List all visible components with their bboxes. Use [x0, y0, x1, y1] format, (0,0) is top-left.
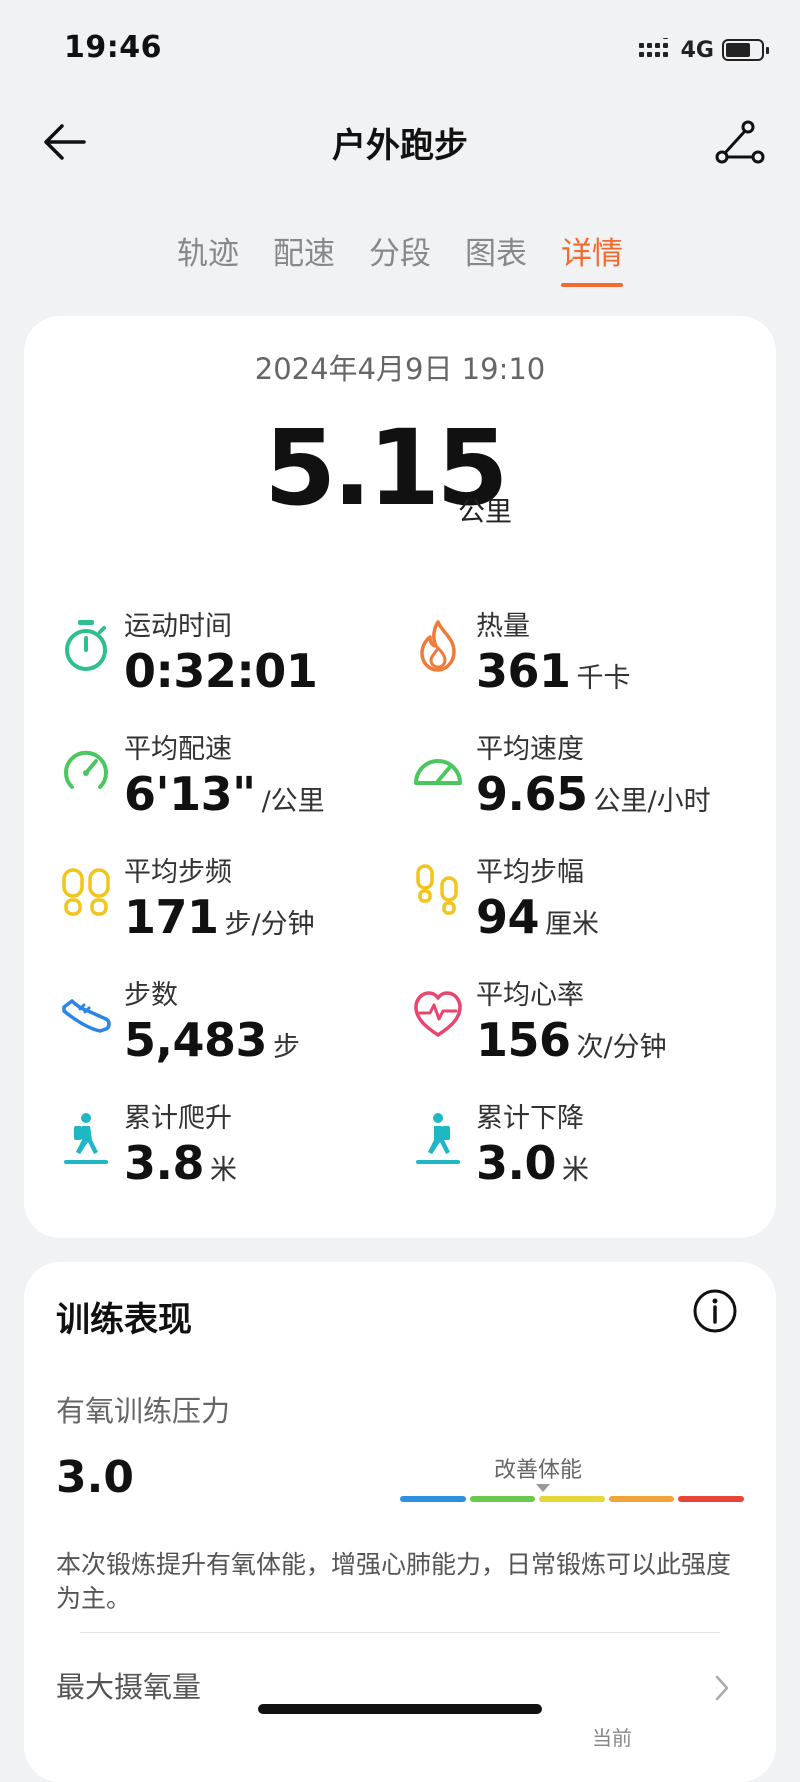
tab-bar: 轨迹 配速 分段 图表 详情	[0, 228, 800, 287]
metric-unit: 步	[273, 1032, 301, 1063]
stopwatch-icon	[65, 620, 107, 671]
metric-label: 运动时间	[124, 611, 232, 642]
tab-details[interactable]: 详情	[561, 228, 623, 287]
tab-track[interactable]: 轨迹	[177, 228, 239, 287]
status-time: 19:46	[64, 30, 162, 65]
metric-steps: 步数 5,483 步	[60, 973, 400, 1073]
aerobic-value: 3.0	[56, 1452, 134, 1503]
nav-bar: 户外跑步	[0, 100, 800, 184]
metric-label: 步数	[124, 980, 178, 1011]
metric-value: 0:32:01	[124, 644, 318, 698]
metric-avg-cadence: 平均步频 171 步/分钟	[60, 850, 400, 950]
metric-label: 平均速度	[476, 734, 584, 765]
metric-value: 6'13"	[124, 767, 256, 821]
scale-segment	[400, 1496, 466, 1502]
metric-unit: 公里/小时	[593, 786, 711, 817]
distance-unit: 公里	[458, 497, 512, 528]
metric-label: 平均配速	[124, 734, 232, 765]
status-indicators: 4G	[638, 36, 769, 64]
metric-ascent: 累计爬升 3.8 米	[60, 1096, 400, 1196]
metric-unit: 步/分钟	[224, 909, 315, 940]
metric-value: 5,483	[124, 1013, 268, 1067]
section-title: 训练表现	[56, 1300, 192, 1340]
vo2max-status: 当前	[592, 1726, 632, 1750]
metric-unit: 次/分钟	[576, 1032, 667, 1063]
metric-value: 171	[124, 890, 219, 944]
battery-icon	[722, 39, 769, 61]
metric-value: 361	[476, 644, 571, 698]
footprints-stride-icon	[416, 864, 458, 915]
metric-label: 平均步幅	[476, 857, 584, 888]
network-type: 4G	[680, 37, 714, 63]
metric-unit: /公里	[261, 786, 325, 817]
scale-segment	[608, 1496, 675, 1502]
info-icon[interactable]	[692, 1288, 738, 1334]
status-bar: 19:46 4G	[0, 0, 800, 100]
metric-value: 3.0	[476, 1136, 557, 1190]
metric-avg-speed: 平均速度 9.65 公里/小时	[412, 727, 752, 827]
scale-segment	[539, 1496, 605, 1502]
workout-datetime: 2024年4月9日 19:10	[254, 352, 546, 386]
vo2max-label: 最大摄氧量	[56, 1670, 202, 1704]
flame-icon	[420, 620, 456, 672]
scale-segment	[469, 1496, 536, 1502]
page-title: 户外跑步	[332, 126, 468, 166]
scale-segment	[678, 1496, 744, 1502]
metric-label: 累计下降	[476, 1103, 584, 1134]
tab-pace[interactable]: 配速	[273, 228, 335, 287]
speedometer-icon	[414, 759, 462, 785]
footprints-icon	[62, 868, 110, 916]
metric-avg-heart-rate: 平均心率 156 次/分钟	[412, 973, 752, 1073]
metric-avg-stride: 平均步幅 94 厘米	[412, 850, 752, 950]
heart-rate-icon	[414, 991, 462, 1037]
metric-value: 156	[476, 1013, 571, 1067]
metric-value: 94	[476, 890, 540, 944]
pace-gauge-icon	[64, 750, 108, 789]
home-indicator[interactable]	[258, 1704, 542, 1714]
metric-unit: 米	[562, 1155, 589, 1186]
metric-label: 热量	[476, 611, 530, 642]
signal-icon	[638, 38, 668, 57]
metric-duration: 运动时间 0:32:01	[60, 604, 400, 704]
metric-value: 9.65	[476, 767, 588, 821]
metric-calories: 热量 361 千卡	[412, 604, 752, 704]
training-effect-scale	[400, 1496, 744, 1502]
metric-avg-pace: 平均配速 6'13"/公里	[60, 727, 400, 827]
route-icon	[715, 120, 765, 164]
metric-unit: 千卡	[576, 663, 631, 694]
tab-charts[interactable]: 图表	[465, 228, 527, 287]
scale-label: 改善体能	[494, 1458, 583, 1483]
hiker-descend-icon	[416, 1113, 460, 1164]
training-description: 本次锻炼提升有氧体能，增强心肺能力，日常锻炼可以此强度为主。	[56, 1550, 732, 1613]
divider	[80, 1632, 720, 1633]
route-button[interactable]	[710, 114, 770, 170]
hiker-climb-icon	[64, 1113, 108, 1164]
metric-value: 3.8	[124, 1136, 205, 1190]
shoe-icon	[62, 999, 111, 1033]
metric-label: 平均步频	[124, 857, 232, 888]
scale-pointer	[536, 1484, 550, 1492]
metric-label: 累计爬升	[124, 1103, 232, 1134]
chevron-right-icon	[715, 1675, 729, 1701]
metric-unit: 厘米	[545, 909, 600, 940]
aerobic-label: 有氧训练压力	[56, 1394, 231, 1428]
metric-label: 平均心率	[476, 980, 584, 1011]
tab-segments[interactable]: 分段	[369, 228, 431, 287]
metric-unit: 米	[210, 1155, 237, 1186]
metric-descent: 累计下降 3.0 米	[412, 1096, 752, 1196]
